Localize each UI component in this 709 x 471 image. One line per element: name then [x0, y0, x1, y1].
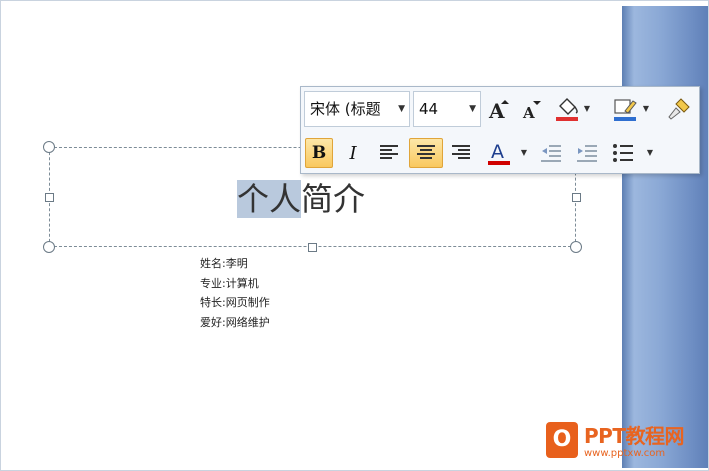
line-color-icon: [614, 99, 637, 121]
align-right-button[interactable]: [447, 138, 475, 168]
bullet-list-icon: [613, 144, 633, 162]
font-name-value: 宋体 (标题: [310, 100, 381, 118]
resize-handle-top-left[interactable]: [43, 141, 55, 153]
grow-font-button[interactable]: A: [485, 94, 513, 124]
resize-handle-bottom[interactable]: [308, 243, 317, 252]
mini-toolbar: 宋体 (标题 ▼ 44 ▼ A A ▼ ▼ B I A ▼ ▼: [300, 86, 700, 174]
bold-button[interactable]: B: [305, 138, 333, 168]
format-painter-button[interactable]: [665, 94, 693, 124]
site-watermark: O PPT教程网 www.pptxw.com: [546, 418, 706, 468]
chevron-down-icon[interactable]: ▼: [398, 92, 405, 126]
align-right-icon: [452, 145, 470, 159]
watermark-url: www.pptxw.com: [584, 448, 666, 459]
info-line: 爱好:网络维护: [200, 315, 270, 329]
svg-text:A: A: [488, 99, 505, 122]
resize-handle-left[interactable]: [45, 193, 54, 202]
slide-background-edge: [622, 6, 708, 468]
paint-bucket-icon: [556, 98, 578, 121]
chevron-down-icon[interactable]: ▼: [469, 92, 476, 126]
shrink-font-icon: A: [522, 101, 541, 122]
font-name-combo[interactable]: 宋体 (标题 ▼: [304, 91, 410, 127]
italic-label: I: [349, 142, 357, 164]
italic-button[interactable]: I: [339, 138, 367, 168]
chevron-down-icon[interactable]: ▼: [641, 94, 651, 124]
decrease-indent-icon: [541, 145, 561, 162]
info-line: 姓名:李明: [200, 257, 248, 270]
align-center-button[interactable]: [409, 138, 443, 168]
increase-indent-button[interactable]: [573, 138, 601, 168]
info-line: 特长:网页制作: [200, 296, 270, 309]
slide-title[interactable]: 个人简介: [237, 178, 365, 220]
resize-handle-bottom-left[interactable]: [43, 241, 55, 253]
font-color-icon: A: [488, 141, 510, 165]
font-size-combo[interactable]: 44 ▼: [413, 91, 481, 127]
resize-handle-bottom-right[interactable]: [570, 241, 582, 253]
decrease-indent-button[interactable]: [537, 138, 565, 168]
resize-handle-right[interactable]: [572, 193, 581, 202]
font-size-value: 44: [419, 100, 439, 118]
chevron-down-icon[interactable]: ▼: [645, 138, 655, 168]
svg-text:A: A: [522, 104, 535, 122]
chevron-down-icon[interactable]: ▼: [582, 94, 592, 124]
font-color-button[interactable]: A: [485, 138, 513, 168]
title-text-rest[interactable]: 简介: [301, 180, 365, 218]
increase-indent-icon: [577, 145, 597, 162]
grow-font-icon: A: [488, 99, 509, 122]
shape-outline-button[interactable]: [611, 94, 639, 124]
chevron-down-icon[interactable]: ▼: [519, 138, 529, 168]
watermark-title: PPT教程网: [584, 424, 684, 448]
bold-label: B: [311, 143, 327, 163]
shrink-font-button[interactable]: A: [517, 94, 545, 124]
office-logo-icon: O: [546, 422, 578, 458]
info-line: 专业:计算机: [200, 276, 259, 290]
align-left-button[interactable]: [375, 138, 403, 168]
shape-fill-button[interactable]: [553, 94, 581, 124]
selected-title-text[interactable]: 个人: [237, 180, 302, 218]
align-left-icon: [380, 145, 398, 159]
format-painter-icon: [668, 98, 690, 120]
info-text-block[interactable]: 姓名:李明 专业:计算机 特长:网页制作 爱好:网络维护: [200, 254, 270, 332]
svg-text:A: A: [491, 141, 504, 163]
bullets-button[interactable]: [609, 138, 637, 168]
align-center-icon: [417, 145, 435, 159]
